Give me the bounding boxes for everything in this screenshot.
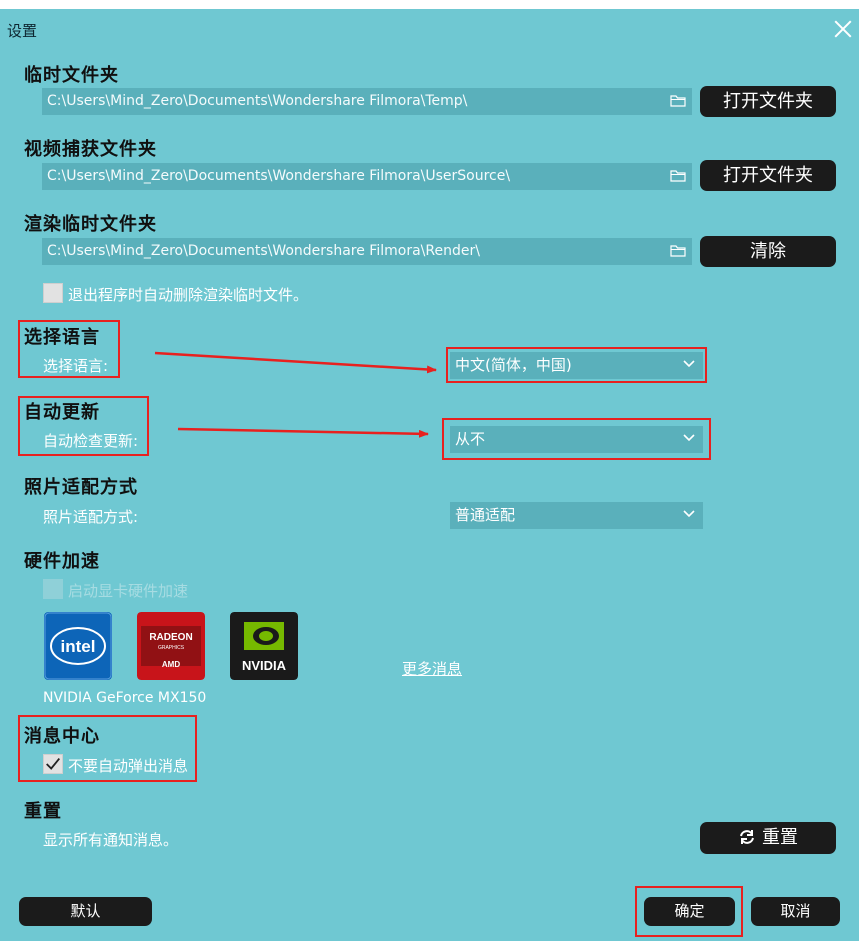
annotation-box-auto-update-select xyxy=(442,418,711,460)
annotation-box-auto-update xyxy=(18,396,149,456)
annotation-box-ok xyxy=(635,886,743,937)
auto-delete-checkbox[interactable] xyxy=(43,283,63,303)
open-capture-folder-button[interactable]: 打开文件夹 xyxy=(700,160,836,191)
reset-button[interactable]: 重置 xyxy=(700,822,836,854)
radeon-graphics-text: GRAPHICS xyxy=(158,645,185,651)
temp-folder-path-field[interactable]: C:\Users\Mind_Zero\Documents\Wondershare… xyxy=(42,88,692,115)
hardware-accel-label: 启动显卡硬件加速 xyxy=(68,582,189,600)
temp-folder-path: C:\Users\Mind_Zero\Documents\Wondershare… xyxy=(47,93,468,109)
photo-fit-heading: 照片适配方式 xyxy=(24,477,138,498)
capture-folder-path: C:\Users\Mind_Zero\Documents\Wondershare… xyxy=(47,168,511,184)
capture-folder-heading: 视频捕获文件夹 xyxy=(24,139,157,160)
annotation-arrow-language xyxy=(154,351,437,374)
window-top-strip xyxy=(0,0,859,9)
photo-fit-select[interactable]: 普通适配 xyxy=(450,502,703,529)
hardware-accel-checkbox[interactable] xyxy=(43,579,63,599)
auto-delete-label: 退出程序时自动删除渲染临时文件。 xyxy=(68,286,309,304)
hardware-heading: 硬件加速 xyxy=(24,551,100,572)
folder-icon[interactable] xyxy=(670,169,686,182)
window-title: 设置 xyxy=(7,22,38,40)
default-button[interactable]: 默认 xyxy=(19,897,152,926)
chevron-down-icon xyxy=(683,510,695,518)
nvidia-logo-icon: NVIDIA xyxy=(230,612,298,680)
annotation-box-message-center xyxy=(18,715,197,782)
folder-icon[interactable] xyxy=(670,94,686,107)
radeon-logo-text: RADEON xyxy=(149,632,192,643)
render-folder-path-field[interactable]: C:\Users\Mind_Zero\Documents\Wondershare… xyxy=(42,238,692,265)
reset-heading: 重置 xyxy=(24,801,62,822)
intel-logo-icon: intel xyxy=(44,612,112,680)
annotation-box-language-select xyxy=(446,347,707,383)
reset-button-label: 重置 xyxy=(762,827,798,848)
close-icon[interactable] xyxy=(830,15,856,43)
reset-label: 显示所有通知消息。 xyxy=(43,831,179,849)
nvidia-logo-text: NVIDIA xyxy=(242,658,287,673)
open-temp-folder-button[interactable]: 打开文件夹 xyxy=(700,86,836,117)
amd-radeon-logo-icon: RADEON GRAPHICS AMD xyxy=(137,612,205,680)
render-folder-path: C:\Users\Mind_Zero\Documents\Wondershare… xyxy=(47,243,480,259)
folder-icon[interactable] xyxy=(670,244,686,257)
gpu-name: NVIDIA GeForce MX150 xyxy=(43,690,207,706)
amd-logo-text: AMD xyxy=(162,660,180,669)
photo-fit-label: 照片适配方式: xyxy=(43,508,139,526)
more-info-link[interactable]: 更多消息 xyxy=(402,658,462,679)
cancel-button[interactable]: 取消 xyxy=(751,897,840,926)
render-folder-heading: 渲染临时文件夹 xyxy=(24,214,157,235)
temp-folder-heading: 临时文件夹 xyxy=(24,65,119,86)
clear-render-folder-button[interactable]: 清除 xyxy=(700,236,836,267)
capture-folder-path-field[interactable]: C:\Users\Mind_Zero\Documents\Wondershare… xyxy=(42,163,692,190)
refresh-icon xyxy=(740,830,754,844)
annotation-box-language xyxy=(18,320,120,378)
annotation-arrow-auto-update xyxy=(177,427,429,438)
intel-logo-text: intel xyxy=(61,637,96,656)
photo-fit-selected: 普通适配 xyxy=(455,506,516,524)
